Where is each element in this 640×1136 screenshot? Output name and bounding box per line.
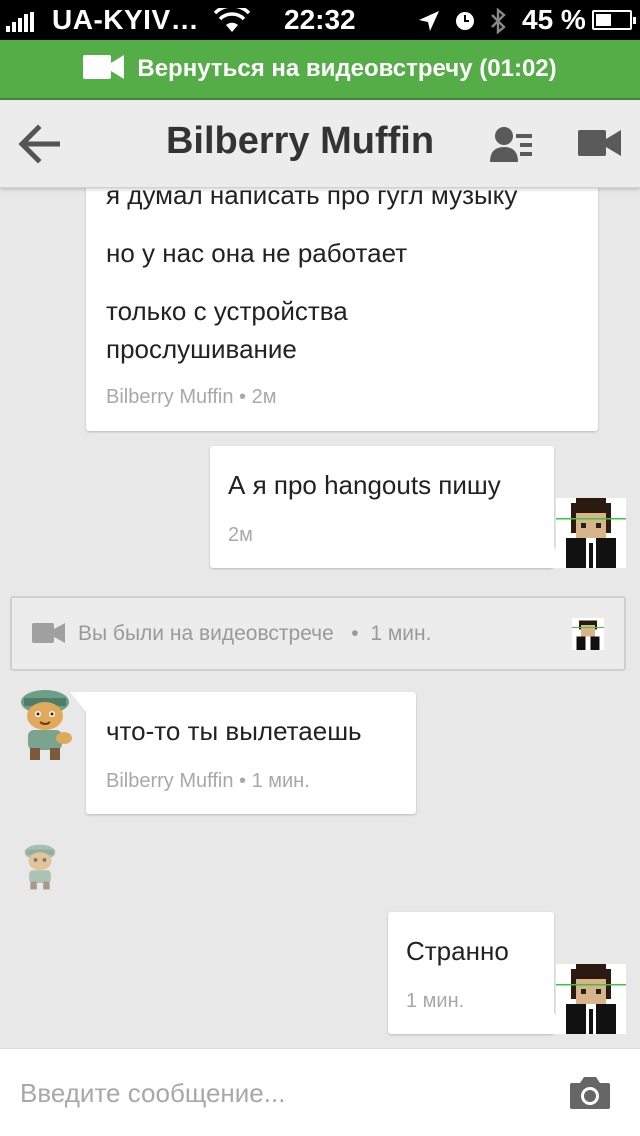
message-list[interactable]: я думал написать про гугл музыку но у на… [0, 188, 640, 1048]
carrier-name: UA-KYIV… [52, 4, 200, 35]
message-meta: 2м [228, 524, 253, 546]
message-meta: 1 мин. [406, 990, 465, 1012]
hangout-participant-avatar [572, 618, 604, 650]
message-meta: Bilberry Muffin • 2м [106, 386, 277, 408]
bubble-tail [70, 692, 88, 714]
user-avatar [556, 498, 626, 568]
message-text: я думал написать про гугл музыку [106, 188, 518, 210]
video-camera-icon [32, 622, 66, 649]
status-bar: UA-KYIV… 22:32 45 % [0, 0, 640, 40]
outgoing-message: А я про hangouts пишу 2м [210, 446, 554, 568]
contact-avatar [16, 686, 74, 764]
contact-read-avatar [18, 842, 62, 892]
back-arrow-icon[interactable] [18, 124, 62, 164]
return-to-hangout-label: Вернуться на видеовстречу (01:02) [137, 55, 557, 82]
clock-time: 22:32 [284, 4, 356, 35]
outgoing-message: Странно 1 мин. [388, 912, 554, 1034]
message-text: что-то ты вылетаешь [106, 716, 362, 746]
message-input[interactable] [20, 1063, 540, 1123]
message-meta: Bilberry Muffin • 1 мин. [106, 770, 310, 792]
battery-icon [592, 10, 636, 30]
video-camera-icon [83, 54, 125, 85]
conversation-title: Bilberry Muffin [165, 120, 435, 162]
return-to-hangout-banner[interactable]: Вернуться на видеовстречу (01:02) [0, 40, 640, 100]
user-avatar [556, 964, 626, 1034]
incoming-message: что-то ты вылетаешь Bilberry Muffin • 1 … [86, 692, 416, 814]
message-text: Странно [406, 936, 509, 966]
incoming-message: я думал написать про гугл музыку но у на… [86, 188, 598, 431]
start-video-call-icon[interactable] [578, 128, 622, 158]
battery-percentage: 45 % [522, 4, 586, 35]
hangout-event-text: Вы были на видеовстрече • 1 мин. [78, 622, 432, 645]
wifi-icon [213, 4, 251, 39]
message-text: но у нас она не работает [106, 238, 408, 268]
bluetooth-icon [490, 7, 506, 39]
conversation-header: Bilberry Muffin [0, 100, 640, 188]
message-text: только с устройства [106, 296, 348, 326]
message-text: прослушивание [106, 334, 297, 364]
message-text: А я про hangouts пишу [228, 470, 501, 500]
people-icon[interactable] [490, 126, 534, 162]
message-composer [0, 1048, 640, 1136]
camera-icon[interactable] [568, 1075, 612, 1111]
hangout-event-card[interactable]: Вы были на видеовстрече • 1 мин. [10, 596, 626, 671]
signal-strength-icon [6, 12, 34, 32]
location-arrow-icon [418, 10, 440, 37]
alarm-clock-icon [454, 10, 476, 37]
